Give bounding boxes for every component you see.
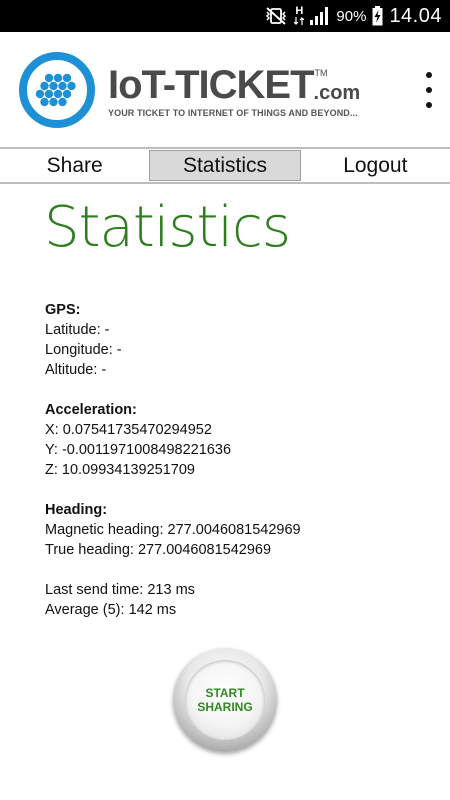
accel-z-row: Z: 10.09934139251709	[45, 460, 425, 480]
start-sharing-label: START SHARING	[190, 686, 260, 714]
menu-dot	[426, 102, 432, 108]
gps-heading: GPS:	[45, 302, 81, 318]
last-send-row: Last send time: 213 ms	[45, 580, 425, 600]
altitude-value: -	[101, 362, 107, 378]
app-header: IoT-TICKET TM .com YOUR TICKET TO INTERN…	[0, 32, 450, 147]
altitude-row: Altitude: -	[45, 360, 425, 380]
altitude-label: Altitude:	[45, 362, 98, 378]
latitude-value: -	[104, 322, 110, 338]
tab-logout[interactable]: Logout	[301, 149, 450, 182]
average-row: Average (5): 142 ms	[45, 600, 425, 620]
start-sharing-button-face: START SHARING	[185, 660, 265, 740]
timing-section: Last send time: 213 ms Average (5): 142 …	[45, 580, 425, 620]
average-label: Average (5):	[45, 602, 125, 618]
heading-section: Heading: Magnetic heading: 277.004608154…	[45, 500, 425, 560]
gps-section: GPS: Latitude: - Longitude: - Altitude: …	[45, 300, 425, 380]
brand-name: IoT-TICKET	[108, 63, 315, 107]
accel-y-label: Y:	[45, 442, 58, 458]
vibrate-mute-icon	[264, 7, 288, 25]
page-title: Statistics	[44, 195, 291, 260]
magnetic-heading-value: 277.0046081542969	[167, 522, 301, 538]
more-vert-icon[interactable]	[422, 72, 436, 108]
brand-trademark: TM	[314, 68, 328, 78]
latitude-label: Latitude:	[45, 322, 101, 338]
signal-icon	[310, 7, 330, 25]
network-type-label: H	[295, 4, 304, 17]
true-heading-label: True heading:	[45, 542, 134, 558]
tab-share[interactable]: Share	[0, 149, 149, 182]
accel-z-value: 10.09934139251709	[61, 462, 195, 478]
start-sharing-line1: START	[205, 686, 245, 700]
battery-charging-icon	[372, 6, 383, 26]
accel-x-value: 0.07541735470294952	[62, 422, 212, 438]
longitude-row: Longitude: -	[45, 340, 425, 360]
network-h-icon: H	[294, 4, 305, 26]
statistics-panel: GPS: Latitude: - Longitude: - Altitude: …	[45, 300, 425, 640]
accel-y-value: -0.0011971008498221636	[61, 442, 232, 458]
iot-ticket-logo-icon	[19, 52, 95, 128]
menu-dot	[426, 87, 432, 93]
true-heading-row: True heading: 277.0046081542969	[45, 540, 425, 560]
brand: IoT-TICKET TM .com YOUR TICKET TO INTERN…	[108, 63, 398, 118]
start-sharing-button[interactable]: START SHARING	[173, 648, 277, 752]
brand-tagline: YOUR TICKET TO INTERNET OF THINGS AND BE…	[108, 108, 358, 118]
battery-percent: 90%	[336, 7, 367, 25]
accel-y-row: Y: -0.0011971008498221636	[45, 440, 425, 460]
status-bar: H 90% 14.04	[0, 0, 450, 32]
menu-dot	[426, 72, 432, 78]
acceleration-section: Acceleration: X: 0.07541735470294952 Y: …	[45, 400, 425, 480]
last-send-label: Last send time:	[45, 582, 144, 598]
latitude-row: Latitude: -	[45, 320, 425, 340]
longitude-value: -	[116, 342, 122, 358]
tab-bar: Share Statistics Logout	[0, 147, 450, 184]
heading-heading: Heading:	[45, 502, 108, 518]
clock: 14.04	[389, 4, 442, 27]
longitude-label: Longitude:	[45, 342, 113, 358]
brand-domain: .com	[313, 82, 361, 104]
magnetic-heading-row: Magnetic heading: 277.0046081542969	[45, 520, 425, 540]
average-value: 142 ms	[128, 602, 177, 618]
acceleration-heading: Acceleration:	[45, 402, 137, 418]
true-heading-value: 277.0046081542969	[137, 542, 272, 558]
last-send-value: 213 ms	[147, 582, 195, 598]
brand-wordmark: IoT-TICKET TM .com	[108, 63, 398, 107]
magnetic-heading-label: Magnetic heading:	[45, 522, 164, 538]
status-icons: H 90% 14.04	[264, 0, 442, 32]
accel-x-row: X: 0.07541735470294952	[45, 420, 425, 440]
start-sharing-line2: SHARING	[197, 700, 253, 714]
tab-statistics[interactable]: Statistics	[149, 150, 301, 181]
accel-z-label: Z:	[45, 462, 58, 478]
accel-x-label: X:	[45, 422, 59, 438]
